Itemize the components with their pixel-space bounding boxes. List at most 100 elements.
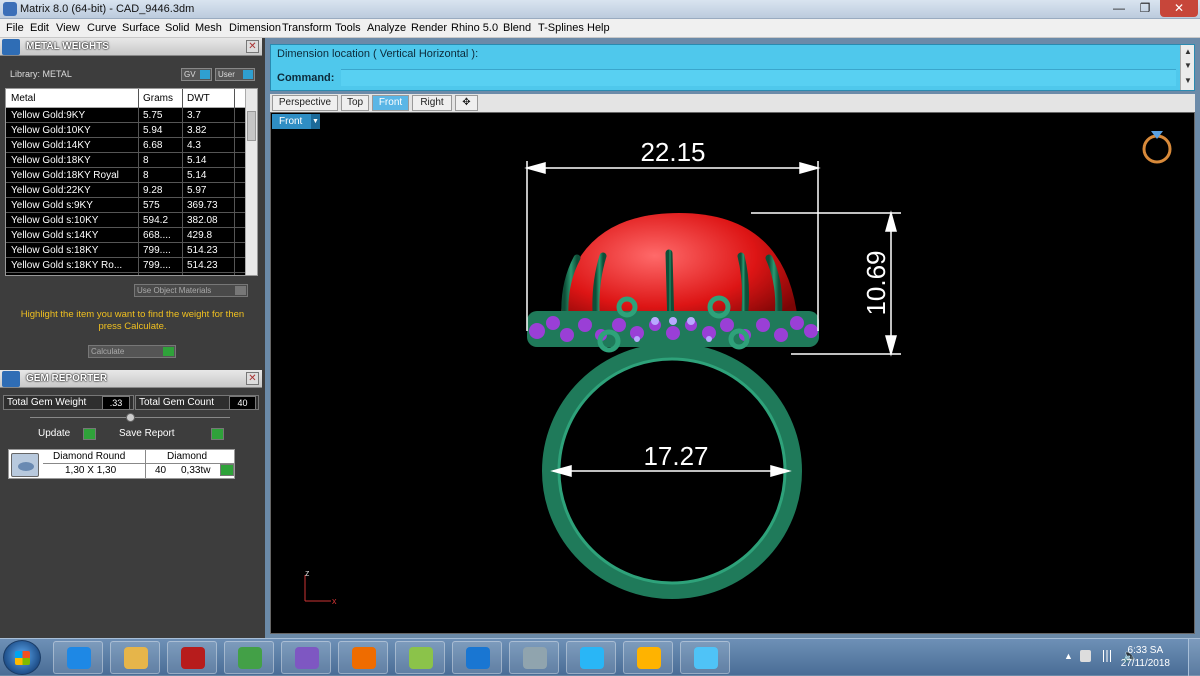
metal-row[interactable]: Yellow Gold s:9KY 575 369.73 — [6, 198, 246, 213]
update-button[interactable]: Update — [38, 427, 98, 442]
metal-row[interactable]: Yellow Gold s:18KY 799.... 514.23 — [6, 243, 246, 258]
taskbar-app-button[interactable] — [338, 641, 388, 674]
menu-dimension[interactable]: Dimension — [229, 22, 281, 34]
command-scrollbar[interactable]: ▲ ▼ ▼ — [1180, 45, 1194, 90]
metal-row[interactable]: Yellow Gold:22KY 9.28 5.97 — [6, 183, 246, 198]
taskbar-app-button[interactable] — [680, 641, 730, 674]
divider-handle[interactable] — [126, 413, 135, 422]
col-grams[interactable]: Grams — [143, 93, 173, 104]
metal-row[interactable]: Yellow Gold s:14KY 668.... 429.8 — [6, 228, 246, 243]
metal-grams: 8 — [143, 155, 149, 166]
scroll-up-icon[interactable]: ▲ — [1184, 47, 1192, 56]
network-icon[interactable] — [1100, 650, 1114, 662]
scroll-down-icon[interactable]: ▼ — [1184, 76, 1192, 85]
menu-render[interactable]: Render — [411, 22, 447, 34]
start-button[interactable] — [3, 640, 41, 675]
show-desktop-button[interactable] — [1188, 639, 1200, 676]
close-button[interactable]: ✕ — [1160, 0, 1198, 17]
gem-size[interactable]: 1,30 X 1,30 — [65, 465, 116, 476]
gem-weight[interactable]: 0,33tw — [181, 465, 210, 476]
gem-select-icon[interactable] — [220, 464, 234, 476]
menu-rhino[interactable]: Rhino 5.0 — [451, 22, 498, 34]
metal-grams: 5.75 — [143, 110, 163, 121]
save-report-button[interactable]: Save Report — [119, 427, 226, 442]
menu-view[interactable]: View — [56, 22, 80, 34]
tab-right[interactable]: Right — [412, 95, 452, 111]
gv-toggle[interactable]: GV — [181, 68, 212, 81]
taskbar-app-button[interactable] — [110, 641, 160, 674]
metal-row[interactable]: Yellow Gold s:18KY Ro... 799.... 514.23 — [6, 258, 246, 273]
taskbar-app-button[interactable] — [53, 641, 103, 674]
metal-row[interactable]: Yellow Gold s:10KY 594.2 382.08 — [6, 213, 246, 228]
command-input[interactable] — [341, 69, 1176, 86]
metal-row[interactable]: Yellow Gold:14KY 6.68 4.3 — [6, 138, 246, 153]
gem-count[interactable]: 40 — [155, 465, 166, 476]
menu-tsplines[interactable]: T-Splines — [538, 22, 584, 34]
add-tab-icon[interactable]: ✥ — [455, 95, 478, 111]
command-area: Dimension location ( Vertical Horizontal… — [270, 44, 1195, 91]
gem-type[interactable]: Diamond — [167, 451, 207, 462]
menu-solid[interactable]: Solid — [165, 22, 189, 34]
maximize-button[interactable]: ❐ — [1132, 0, 1158, 17]
metal-dwt: 5.14 — [187, 170, 207, 181]
v8-icon — [580, 647, 604, 669]
col-dwt[interactable]: DWT — [187, 93, 210, 104]
metal-name: Yellow Gold:22KY — [11, 185, 91, 196]
col-metal[interactable]: Metal — [11, 93, 35, 104]
menu-blend[interactable]: Blend — [503, 22, 531, 34]
taskbar-app-button[interactable] — [395, 641, 445, 674]
viewport-front[interactable]: Front ▼ 22.15 10.69 17.27 z x — [270, 112, 1195, 634]
axis-gizmo — [304, 575, 331, 602]
total-gem-weight-value: .33 — [102, 396, 130, 410]
menu-tools[interactable]: Tools — [335, 22, 361, 34]
menu-curve[interactable]: Curve — [87, 22, 116, 34]
metal-dwt: 429.8 — [187, 230, 213, 241]
menu-surface[interactable]: Surface — [122, 22, 160, 34]
taskbar-app-button[interactable] — [623, 641, 673, 674]
viber-icon — [295, 647, 319, 669]
scroll-down-icon[interactable]: ▼ — [1184, 61, 1192, 70]
minimize-button[interactable]: — — [1106, 0, 1132, 17]
taskbar-app-button[interactable] — [452, 641, 502, 674]
garena-icon — [181, 647, 205, 669]
tab-top[interactable]: Top — [341, 95, 369, 111]
gem-reporter-close-button[interactable]: ✕ — [246, 372, 259, 385]
taskbar-app-button[interactable] — [281, 641, 331, 674]
taskbar-app-button[interactable] — [566, 641, 616, 674]
use-object-materials-toggle[interactable]: Use Object Materials — [134, 284, 248, 297]
menu-analyze[interactable]: Analyze — [367, 22, 406, 34]
tab-perspective[interactable]: Perspective — [272, 95, 338, 111]
flag-icon[interactable] — [1080, 650, 1091, 662]
menu-help[interactable]: Help — [587, 22, 610, 34]
menu-transform[interactable]: Transform — [282, 22, 332, 34]
update-label: Update — [38, 428, 71, 439]
user-toggle[interactable]: User — [215, 68, 255, 81]
menu-edit[interactable]: Edit — [30, 22, 49, 34]
gem-shape[interactable]: Diamond Round — [53, 451, 125, 462]
tab-front[interactable]: Front — [372, 95, 409, 111]
ring-preview-icon — [1142, 131, 1172, 164]
media-player-icon — [352, 647, 376, 669]
zalo-icon — [466, 647, 490, 669]
tray-expand-icon[interactable]: ▲ — [1064, 651, 1073, 661]
metal-row[interactable]: Yellow Gold:18KY 8 5.14 — [6, 153, 246, 168]
metal-row[interactable]: Yellow Gold:18KY Royal 8 5.14 — [6, 168, 246, 183]
menu-file[interactable]: File — [6, 22, 24, 34]
metal-name: Yellow Gold:18KY — [11, 155, 91, 166]
matrix-icon — [694, 647, 718, 669]
clock[interactable]: 6:33 SA 27/11/2018 — [1121, 644, 1170, 670]
metal-dwt: 382.08 — [187, 215, 218, 226]
scroll-thumb[interactable] — [247, 111, 256, 141]
gem-reporter-icon — [2, 371, 20, 387]
metal-table-scrollbar[interactable] — [245, 89, 257, 275]
metal-weights-icon — [2, 39, 20, 55]
calculate-button[interactable]: Calculate — [88, 345, 176, 358]
metal-weights-close-button[interactable]: ✕ — [246, 40, 259, 53]
gem-reporter-header: GEM REPORTER ✕ — [0, 370, 262, 388]
metal-row[interactable]: Yellow Gold:9KY 5.75 3.7 — [6, 108, 246, 123]
taskbar-app-button[interactable] — [167, 641, 217, 674]
menu-mesh[interactable]: Mesh — [195, 22, 222, 34]
taskbar-app-button[interactable] — [509, 641, 559, 674]
taskbar-app-button[interactable] — [224, 641, 274, 674]
metal-row[interactable]: Yellow Gold:10KY 5.94 3.82 — [6, 123, 246, 138]
